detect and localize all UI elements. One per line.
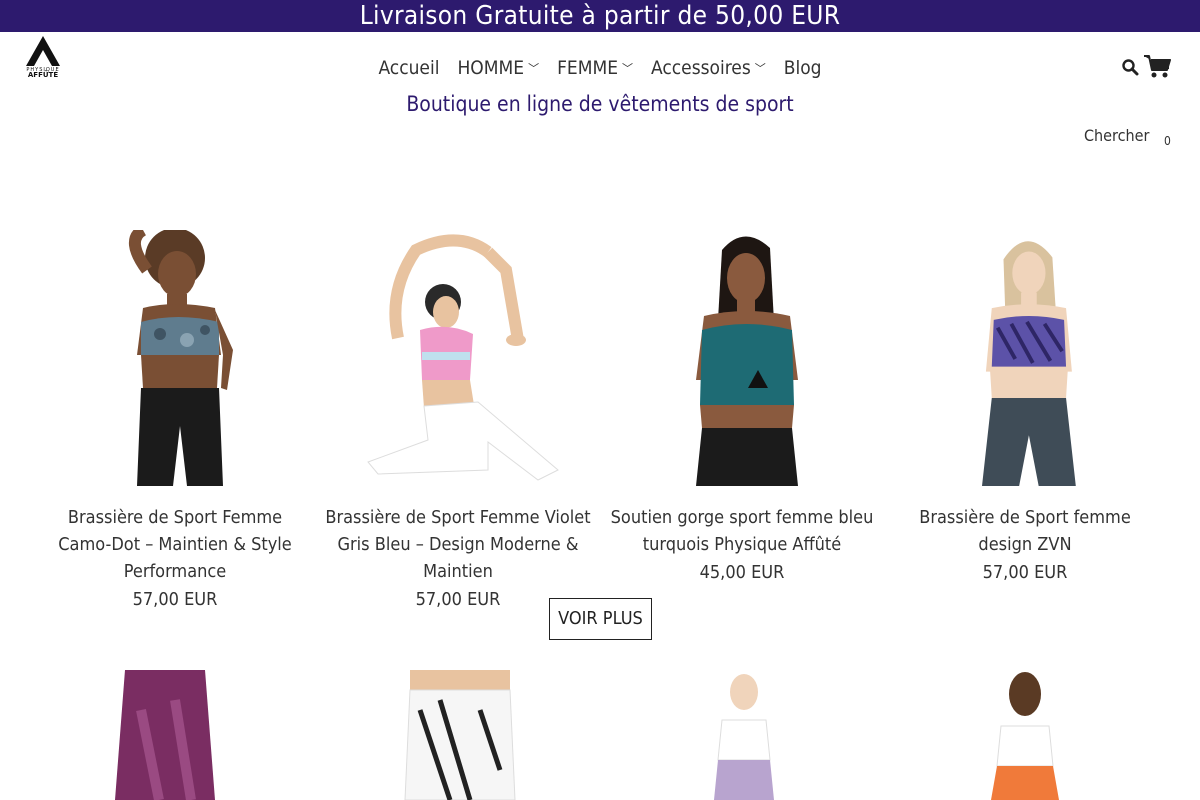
product-title[interactable]: Brassière de Sport Femme Violet Gris Ble… bbox=[323, 504, 593, 585]
product-image[interactable] bbox=[340, 670, 580, 800]
product-price: 57,00 EUR bbox=[132, 589, 218, 610]
product-price: 45,00 EUR bbox=[699, 562, 785, 583]
product-image[interactable] bbox=[55, 670, 295, 800]
nav-item-label: Blog bbox=[783, 57, 822, 79]
nav-item-label: Accueil bbox=[378, 57, 440, 79]
product-image[interactable] bbox=[338, 230, 578, 486]
search-label[interactable]: Chercher bbox=[1084, 126, 1149, 145]
product-card[interactable]: Brassière de Sport Femme Camo-Dot – Main… bbox=[40, 224, 310, 613]
site-tagline: Boutique en ligne de vêtements de sport bbox=[406, 92, 794, 116]
nav-item-accueil[interactable]: Accueil bbox=[369, 54, 448, 83]
cart-count[interactable]: 0 bbox=[1164, 134, 1171, 148]
nav-item-blog[interactable]: Blog bbox=[775, 54, 831, 83]
product-title[interactable]: Soutien gorge sport femme bleu turquois … bbox=[607, 504, 877, 558]
nav-item-femme[interactable]: FEMME ﹀ bbox=[548, 54, 642, 83]
chevron-down-icon: ﹀ bbox=[622, 62, 634, 75]
nav-item-accessoires[interactable]: Accessoires ﹀ bbox=[642, 54, 775, 83]
nav-item-homme[interactable]: HOMME ﹀ bbox=[448, 54, 548, 83]
nav-item-label: FEMME bbox=[557, 57, 619, 79]
product-card[interactable]: Brassière de Sport Femme Violet Gris Ble… bbox=[323, 230, 593, 613]
product-title[interactable]: Brassière de Sport Femme Camo-Dot – Main… bbox=[40, 504, 310, 585]
cart-icon[interactable] bbox=[1143, 53, 1171, 79]
chevron-down-icon: ﹀ bbox=[754, 62, 766, 75]
product-card[interactable]: Brassière de Sport femme design ZVN 57,0… bbox=[890, 230, 1160, 586]
nav-item-label: HOMME bbox=[457, 57, 525, 79]
product-image[interactable] bbox=[624, 670, 864, 800]
product-image[interactable] bbox=[622, 230, 862, 486]
voir-plus-button[interactable]: VOIR PLUS bbox=[549, 598, 652, 640]
search-icon[interactable] bbox=[1121, 58, 1139, 76]
product-card[interactable]: Soutien gorge sport femme bleu turquois … bbox=[607, 230, 877, 586]
main-nav: Accueil HOMME ﹀ FEMME ﹀ Accessoires ﹀ Blog bbox=[0, 54, 1200, 83]
product-image[interactable] bbox=[905, 670, 1145, 800]
nav-item-label: Accessoires bbox=[651, 57, 751, 79]
product-image[interactable] bbox=[905, 230, 1145, 486]
product-price: 57,00 EUR bbox=[982, 562, 1068, 583]
chevron-down-icon: ﹀ bbox=[528, 62, 540, 75]
product-image[interactable] bbox=[55, 224, 295, 486]
announcement-bar: Livraison Gratuite à partir de 50,00 EUR bbox=[0, 0, 1200, 32]
product-title[interactable]: Brassière de Sport femme design ZVN bbox=[890, 504, 1160, 558]
